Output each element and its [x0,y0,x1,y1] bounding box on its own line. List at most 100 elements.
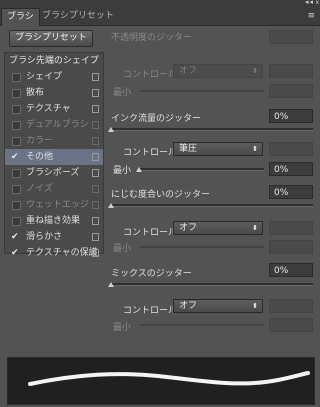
updown-arrow-icon: ⬍ [252,302,258,310]
lock-icon[interactable] [92,137,99,145]
tab-brush[interactable]: ブラシ [1,8,40,26]
lock-icon[interactable] [92,89,99,97]
checkbox[interactable] [12,73,21,82]
flow-jitter-label: インク流量のジッター [111,114,202,124]
checkmark-icon[interactable]: ✔ [11,149,19,165]
lock-icon[interactable] [92,73,99,81]
checkbox[interactable] [12,185,21,194]
select-value: オフ [179,66,198,76]
list-item-label: テクスチャ [26,104,71,114]
list-item-other[interactable]: ✔ その他 [5,149,103,165]
checkmark-icon[interactable]: ✔ [11,229,19,245]
wetness-min-slider[interactable] [140,246,264,249]
checkbox[interactable] [12,121,21,130]
list-item-label: 散布 [26,88,45,98]
checkbox[interactable] [12,217,21,226]
opacity-min-slider[interactable] [140,90,264,93]
checkmark-icon[interactable]: ✔ [11,245,19,261]
lock-icon[interactable] [92,121,99,129]
mix-min-value[interactable] [269,318,313,332]
close-icon[interactable]: x [315,0,319,6]
mix-jitter-value[interactable]: 0% [269,263,313,277]
list-item-label: 滑らかさ [26,232,63,242]
list-item-scatter[interactable]: 散布 [5,85,103,101]
lock-icon[interactable] [92,233,99,241]
mix-jitter-label: ミックスのジッター [111,269,192,279]
list-item-texture[interactable]: テクスチャ [5,101,103,117]
flow-min-label: 最小 [113,166,132,176]
list-item-label: カラー [26,136,54,146]
list-item-dual-brush[interactable]: デュアルブラシ [5,117,103,133]
mix-control-extra[interactable] [269,299,313,313]
slider-thumb-icon[interactable] [108,127,114,132]
checkbox[interactable] [12,201,21,210]
lock-icon[interactable] [92,217,99,225]
list-item-label: ブラシポーズ [26,168,80,178]
flow-jitter-slider[interactable] [111,128,313,131]
panel-menu-icon[interactable]: ≡ [307,11,315,21]
list-item-shape[interactable]: シェイプ [5,69,103,85]
opacity-control-select[interactable]: オフ ⬍ [173,64,263,78]
collapse-icon[interactable]: ◂◂ [305,0,314,6]
lock-icon[interactable] [92,153,99,161]
checkbox[interactable] [12,137,21,146]
list-item-label: シェイプ [26,72,63,82]
wetness-control-extra[interactable] [269,221,313,235]
opacity-control-extra[interactable] [269,64,313,78]
list-item-brush-pose[interactable]: ブラシポーズ [5,165,103,181]
flow-control-extra[interactable] [269,142,313,156]
brush-preset-button[interactable]: ブラシプリセット [9,30,93,47]
list-item-color[interactable]: カラー [5,133,103,149]
tab-brush-preset[interactable]: ブラシプリセット [37,8,119,25]
select-value: オフ [179,223,198,233]
slider-thumb-icon[interactable] [108,203,114,208]
stroke-preview [7,357,315,405]
list-item-smoothing[interactable]: ✔ 滑らかさ [5,229,103,245]
select-value: 筆圧 [179,144,198,154]
wetness-control-select[interactable]: オフ ⬍ [173,221,263,235]
lock-icon[interactable] [92,105,99,113]
tab-bar: ブラシ ブラシプリセット ≡ [0,8,320,26]
wetness-jitter-label: にじむ度合いのジッター [111,190,211,200]
updown-arrow-icon: ⬍ [252,67,258,75]
flow-control-select[interactable]: 筆圧 ⬍ [173,142,263,156]
opacity-min-value[interactable] [269,84,313,98]
list-item-label: ノイズ [26,184,53,194]
wetness-jitter-value[interactable]: 0% [269,185,313,199]
flow-min-slider[interactable] [140,168,264,171]
lock-icon[interactable] [92,201,99,209]
mix-jitter-slider[interactable] [111,283,313,286]
updown-arrow-icon: ⬍ [252,145,258,153]
lock-icon[interactable] [92,185,99,193]
opacity-jitter-value[interactable] [269,30,313,44]
mix-control-select[interactable]: オフ ⬍ [173,299,263,313]
slider-thumb-icon[interactable] [136,167,142,172]
checkbox[interactable] [12,89,21,98]
panel-top-strip: ◂◂ x [0,0,320,8]
mix-min-slider[interactable] [140,324,264,327]
lock-icon[interactable] [92,249,99,257]
list-item-protect-texture[interactable]: ✔ テクスチャの保護 [5,245,103,258]
brush-settings-list: ブラシ先端のシェイプ シェイプ 散布 テクスチャ デュアルブラシ カラー ✔ そ… [4,52,104,258]
list-item-label: ウェットエッジ [26,200,90,210]
list-item-label: テクスチャの保護 [26,248,98,258]
wetness-jitter-slider[interactable] [111,204,313,207]
flow-jitter-value[interactable]: 0% [269,109,313,123]
wetness-min-label: 最小 [113,244,132,254]
opacity-jitter-label: 不透明度のジッター [111,33,193,43]
checkbox[interactable] [12,105,21,114]
list-item-label: 重ね描き効果 [26,216,81,226]
list-item-build-up[interactable]: 重ね描き効果 [5,213,103,229]
list-item-noise[interactable]: ノイズ [5,181,103,197]
lock-icon[interactable] [92,169,99,177]
wetness-min-value[interactable] [269,240,313,254]
list-item-label: デュアルブラシ [26,120,89,130]
select-value: オフ [179,301,198,311]
list-item-wet-edges[interactable]: ウェットエッジ [5,197,103,213]
checkbox[interactable] [12,169,21,178]
slider-thumb-icon[interactable] [108,282,114,287]
opacity-min-label: 最小 [113,88,132,98]
flow-min-value[interactable]: 0% [269,162,313,176]
brush-tip-shape-item[interactable]: ブラシ先端のシェイプ [5,53,103,69]
list-item-label: その他 [26,152,54,162]
